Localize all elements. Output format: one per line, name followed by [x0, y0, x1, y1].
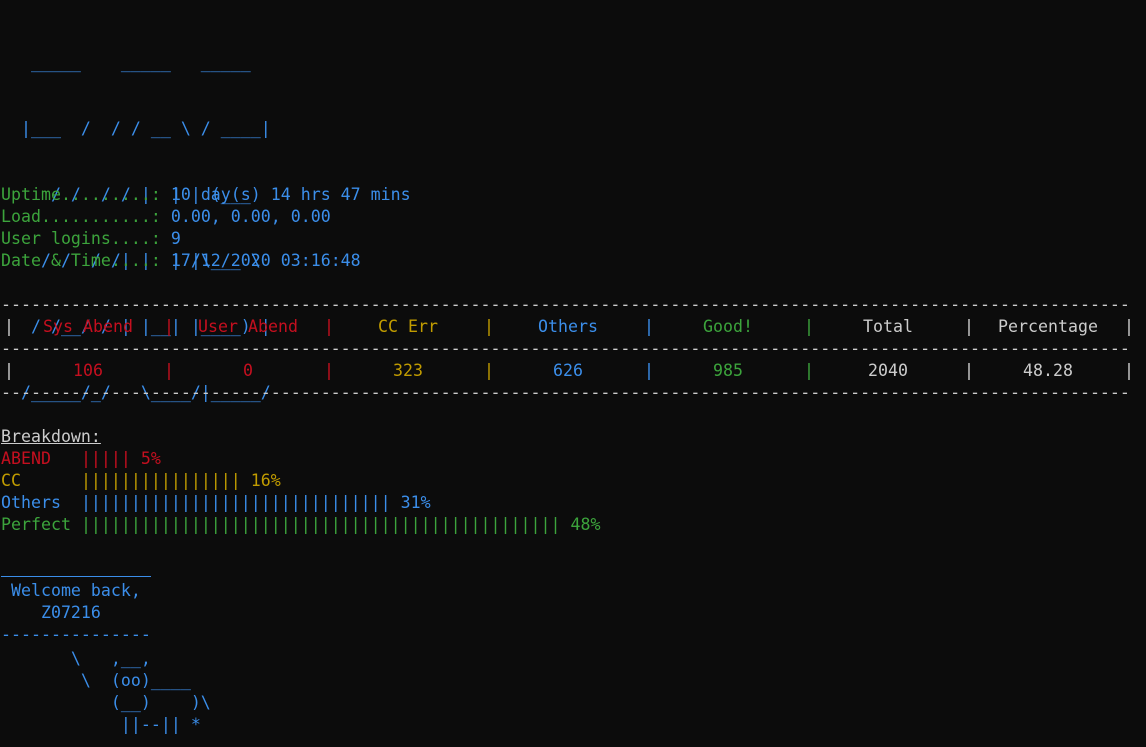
- table-value-cell: 323: [393, 361, 423, 380]
- table-value-cell: 626: [553, 361, 583, 380]
- table-header-cell: Sys Abend: [43, 317, 133, 336]
- breakdown-row-abend: ABEND ||||| 5%: [1, 448, 161, 470]
- breakdown-percent: 48%: [570, 515, 601, 534]
- breakdown-row-perfect: Perfect ||||||||||||||||||||||||||||||||…: [1, 514, 600, 536]
- table-value-cell: 2040: [868, 361, 908, 380]
- cow-ascii-line: \ (oo)____: [1, 671, 191, 690]
- cow-ascii-line: \ ,__,: [1, 649, 151, 668]
- table-divider-mid: ----------------------------------------…: [1, 339, 1130, 358]
- breakdown-percent: 16%: [250, 471, 281, 490]
- breakdown-label: ABEND: [1, 449, 81, 468]
- cow-ascii-line: (__) )\: [1, 693, 211, 712]
- table-divider-bottom: ----------------------------------------…: [1, 383, 1130, 402]
- breakdown-bars: |||||: [80, 449, 131, 468]
- table-divider-top: ----------------------------------------…: [1, 295, 1130, 314]
- stat-label: Date & Time....:: [1, 251, 171, 270]
- table-value-cell: 106: [73, 361, 103, 380]
- stat-label: Load...........:: [1, 207, 171, 226]
- cow-ascii-line: ||--|| *: [1, 715, 201, 734]
- breakdown-percent: 31%: [400, 493, 431, 512]
- table-value-cell: 0: [243, 361, 253, 380]
- logo-line: _____ _____ _____: [1, 53, 251, 72]
- breakdown-percent: 5%: [140, 449, 161, 468]
- table-value-cell: 48.28: [1023, 361, 1073, 380]
- stat-value: 0.00, 0.00, 0.00: [170, 207, 331, 226]
- terminal-window: _____ _____ _____ |___ / / / __ \ / ____…: [0, 0, 1146, 747]
- stat-date-time: Date & Time....: 17/12/2020 03:16:48: [1, 250, 361, 272]
- welcome-bottom-rule: ---------------: [1, 625, 151, 644]
- breakdown-bars: ||||||||||||||||||||||||||||||||||||||||…: [80, 515, 561, 534]
- breakdown-bars: ||||||||||||||||: [80, 471, 241, 490]
- stat-uptime: Uptime.........: 10 day(s) 14 hrs 47 min…: [1, 184, 411, 206]
- breakdown-label: Others: [1, 493, 81, 512]
- stat-label: Uptime.........:: [1, 185, 171, 204]
- table-header-cell: Total: [863, 317, 913, 336]
- breakdown-label: CC: [1, 471, 81, 490]
- stat-value: 9: [170, 229, 181, 248]
- stat-value: 10 day(s) 14 hrs 47 mins: [170, 185, 411, 204]
- table-header-cell: User Abend: [198, 317, 298, 336]
- stat-load: Load...........: 0.00, 0.00, 0.00: [1, 206, 331, 228]
- stat-user-logins: User logins....: 9: [1, 228, 181, 250]
- breakdown-row-others: Others ||||||||||||||||||||||||||||||| 3…: [1, 492, 431, 514]
- breakdown-label: Perfect: [1, 515, 81, 534]
- table-header-cell: Percentage: [998, 317, 1098, 336]
- table-header-cell: Others: [538, 317, 598, 336]
- stat-label: User logins....:: [1, 229, 171, 248]
- breakdown-title: Breakdown:: [1, 427, 101, 446]
- table-value-cell: 985: [713, 361, 743, 380]
- welcome-username: Z07216: [1, 603, 101, 622]
- stat-value: 17/12/2020 03:16:48: [170, 251, 361, 270]
- table-header-cell: Good!: [703, 317, 753, 336]
- logo-line: |___ / / / __ \ / ____|: [1, 119, 271, 138]
- table-header-cell: CC Err: [378, 317, 438, 336]
- welcome-top-rule: [1, 576, 151, 577]
- welcome-greeting: Welcome back,: [1, 581, 141, 600]
- breakdown-bars: |||||||||||||||||||||||||||||||: [80, 493, 391, 512]
- breakdown-row-cc: CC |||||||||||||||| 16%: [1, 470, 281, 492]
